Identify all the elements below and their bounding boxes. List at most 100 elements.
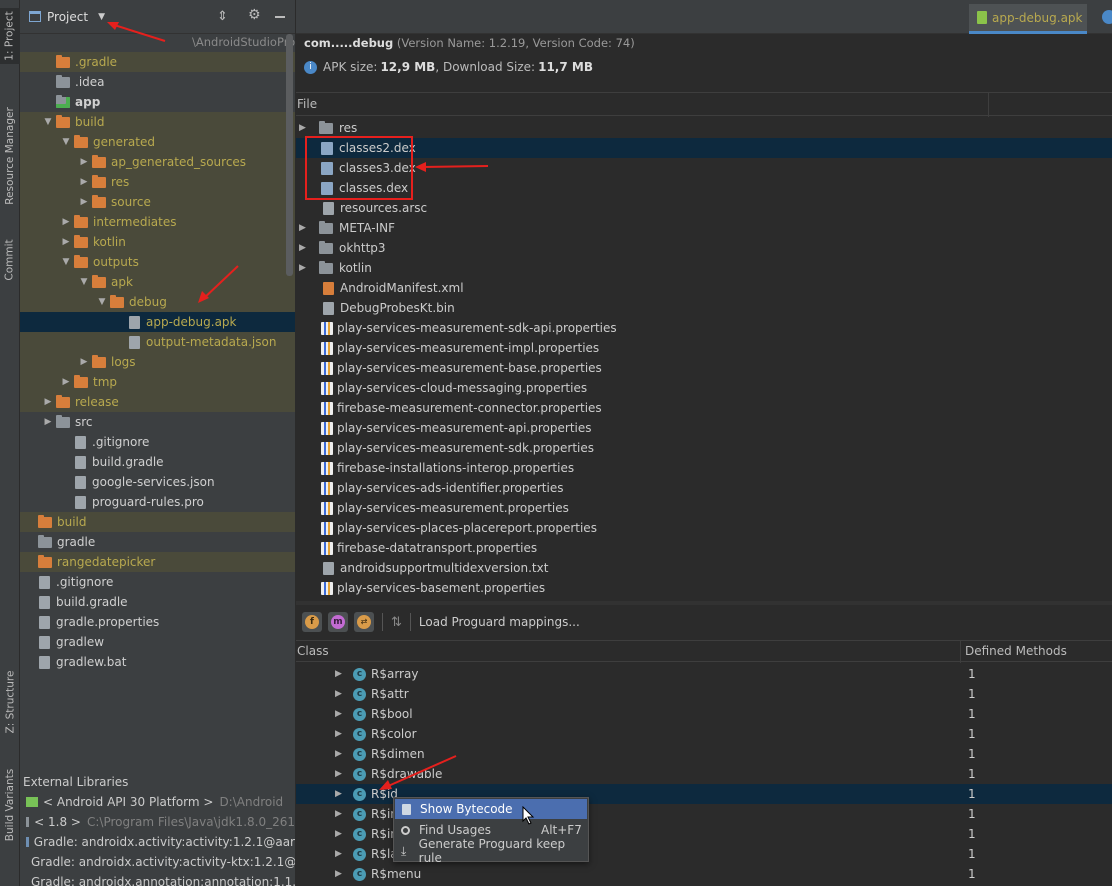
tree-item-source[interactable]: ▶ source — [20, 192, 295, 212]
tree-item-outputs[interactable]: ▼ outputs — [20, 252, 295, 272]
chevron-right-icon[interactable]: ▶ — [299, 263, 311, 273]
chevron-right-icon[interactable]: ▶ — [335, 789, 353, 799]
file-column-header[interactable]: File — [296, 92, 1112, 117]
tree-item-res[interactable]: ▶ res — [20, 172, 295, 192]
chevron-right-icon[interactable]: ▶ — [335, 689, 353, 699]
apk-entry-play-services-places-placereport-properties[interactable]: play-services-places-placereport.propert… — [296, 518, 1112, 538]
apk-entry-classes-dex[interactable]: classes.dex — [296, 178, 1112, 198]
class-row-r-color[interactable]: ▶ c R$color 1 — [296, 724, 1112, 744]
show-methods-icon[interactable]: m — [328, 612, 348, 632]
chevron-right-icon[interactable]: ▶ — [78, 157, 90, 167]
chevron-down-icon[interactable]: ▼ — [98, 12, 105, 22]
apk-entry-resources-arsc[interactable]: resources.arsc — [296, 198, 1112, 218]
tree-item-kotlin[interactable]: ▶ kotlin — [20, 232, 295, 252]
apk-entry-play-services-measurement-properties[interactable]: play-services-measurement.properties — [296, 498, 1112, 518]
tree-item-gradlew-bat[interactable]: gradlew.bat — [20, 652, 295, 672]
chevron-right-icon[interactable]: ▶ — [299, 243, 311, 253]
chevron-down-icon[interactable]: ▼ — [96, 297, 108, 307]
class-row-r-array[interactable]: ▶ c R$array 1 — [296, 664, 1112, 684]
apk-entry-play-services-measurement-sdk-api-properties[interactable]: play-services-measurement-sdk-api.proper… — [296, 318, 1112, 338]
commit-tool-tab[interactable]: Commit — [0, 232, 20, 288]
chevron-right-icon[interactable]: ▶ — [335, 849, 353, 859]
library-item[interactable]: Gradle: androidx.annotation:annotation:1… — [20, 872, 295, 886]
apk-entry-androidmanifest-xml[interactable]: AndroidManifest.xml — [296, 278, 1112, 298]
collapse-all-icon[interactable]: ⇕ — [217, 9, 228, 24]
menu-item-show-bytecode[interactable]: Show Bytecode — [395, 799, 587, 819]
menu-item-generate-proguard-keep-rule[interactable]: ⤓ Generate Proguard keep rule — [395, 837, 587, 865]
section-divider[interactable] — [296, 601, 1112, 605]
apk-entry-androidsupportmultidexversion-txt[interactable]: androidsupportmultidexversion.txt — [296, 558, 1112, 578]
resource-manager-tool-tab[interactable]: Resource Manager — [0, 96, 20, 216]
tree-item-gradle[interactable]: .gradle — [20, 52, 295, 72]
load-proguard-mappings-button[interactable]: Load Proguard mappings... — [419, 615, 580, 629]
structure-tool-tab[interactable]: Z: Structure — [0, 664, 20, 740]
tree-item-gradle-properties[interactable]: gradle.properties — [20, 612, 295, 632]
library-item[interactable]: Gradle: androidx.activity:activity:1.2.1… — [20, 832, 295, 852]
apk-entry-classes2-dex[interactable]: classes2.dex — [296, 138, 1112, 158]
chevron-right-icon[interactable]: ▶ — [335, 809, 353, 819]
library-item[interactable]: < Android API 30 Platform > D:\Android — [20, 792, 295, 812]
library-item[interactable]: < 1.8 > C:\Program Files\Java\jdk1.8.0_26… — [20, 812, 295, 832]
tree-item-app[interactable]: app — [20, 92, 295, 112]
tree-item-debug[interactable]: ▼ debug — [20, 292, 295, 312]
chevron-right-icon[interactable]: ▶ — [335, 769, 353, 779]
show-references-icon[interactable]: ⇄ — [354, 612, 374, 632]
column-divider[interactable] — [960, 641, 961, 663]
tree-item-src[interactable]: ▶ src — [20, 412, 295, 432]
chevron-right-icon[interactable]: ▶ — [60, 217, 72, 227]
apk-entry-play-services-measurement-api-properties[interactable]: play-services-measurement-api.properties — [296, 418, 1112, 438]
tree-item-build-gradle[interactable]: build.gradle — [20, 452, 295, 472]
tree-item-gitignore[interactable]: .gitignore — [20, 572, 295, 592]
chevron-right-icon[interactable]: ▶ — [42, 417, 54, 427]
tree-item-apk[interactable]: ▼ apk — [20, 272, 295, 292]
tree-item-release[interactable]: ▶ release — [20, 392, 295, 412]
chevron-right-icon[interactable]: ▶ — [78, 357, 90, 367]
class-row-r-bool[interactable]: ▶ c R$bool 1 — [296, 704, 1112, 724]
library-item[interactable]: Gradle: androidx.activity:activity-ktx:1… — [20, 852, 295, 872]
chevron-right-icon[interactable]: ▶ — [335, 829, 353, 839]
chevron-right-icon[interactable]: ▶ — [60, 237, 72, 247]
apk-entry-play-services-measurement-impl-properties[interactable]: play-services-measurement-impl.propertie… — [296, 338, 1112, 358]
chevron-right-icon[interactable]: ▶ — [299, 223, 311, 233]
tree-item-build[interactable]: build — [20, 512, 295, 532]
apk-entry-res[interactable]: ▶ res — [296, 118, 1112, 138]
chevron-down-icon[interactable]: ▼ — [78, 277, 90, 287]
tree-item-build-gradle[interactable]: build.gradle — [20, 592, 295, 612]
project-tool-tab[interactable]: 1: Project — [0, 8, 20, 64]
tree-scrollbar-thumb[interactable] — [286, 34, 293, 276]
apk-entry-play-services-cloud-messaging-properties[interactable]: play-services-cloud-messaging.properties — [296, 378, 1112, 398]
chevron-right-icon[interactable]: ▶ — [335, 749, 353, 759]
chevron-down-icon[interactable]: ▼ — [42, 117, 54, 127]
tree-item-idea[interactable]: .idea — [20, 72, 295, 92]
apk-entry-play-services-measurement-sdk-properties[interactable]: play-services-measurement-sdk.properties — [296, 438, 1112, 458]
class-row-r-menu[interactable]: ▶ c R$menu 1 — [296, 864, 1112, 884]
editor-tab-app-debug-apk[interactable]: app-debug.apk — [969, 4, 1087, 34]
tree-item-rangedatepicker[interactable]: rangedatepicker — [20, 552, 295, 572]
apk-entry-meta-inf[interactable]: ▶ META-INF — [296, 218, 1112, 238]
tree-item-google-services-json[interactable]: google-services.json — [20, 472, 295, 492]
class-column-header[interactable]: Class Defined Methods — [296, 640, 1112, 663]
apk-entry-firebase-measurement-connector-properties[interactable]: firebase-measurement-connector.propertie… — [296, 398, 1112, 418]
tree-item-app-debug-apk[interactable]: app-debug.apk — [20, 312, 295, 332]
apk-entry-debugprobeskt-bin[interactable]: DebugProbesKt.bin — [296, 298, 1112, 318]
tab-scroll-indicator[interactable] — [1102, 10, 1112, 24]
chevron-right-icon[interactable]: ▶ — [299, 123, 311, 133]
tree-item-tmp[interactable]: ▶ tmp — [20, 372, 295, 392]
sort-icon[interactable]: ⇅ — [391, 615, 402, 630]
tree-item-gradlew[interactable]: gradlew — [20, 632, 295, 652]
chevron-right-icon[interactable]: ▶ — [335, 869, 353, 879]
tree-item-proguard-rules-pro[interactable]: proguard-rules.pro — [20, 492, 295, 512]
chevron-right-icon[interactable]: ▶ — [42, 397, 54, 407]
chevron-right-icon[interactable]: ▶ — [78, 177, 90, 187]
apk-entry-play-services-measurement-base-properties[interactable]: play-services-measurement-base.propertie… — [296, 358, 1112, 378]
chevron-down-icon[interactable]: ▼ — [60, 137, 72, 147]
chevron-right-icon[interactable]: ▶ — [335, 669, 353, 679]
tree-item-logs[interactable]: ▶ logs — [20, 352, 295, 372]
tree-item-generated[interactable]: ▼ generated — [20, 132, 295, 152]
apk-entry-play-services-ads-identifier-properties[interactable]: play-services-ads-identifier.properties — [296, 478, 1112, 498]
tree-item-intermediates[interactable]: ▶ intermediates — [20, 212, 295, 232]
chevron-right-icon[interactable]: ▶ — [335, 709, 353, 719]
tree-item-gitignore[interactable]: .gitignore — [20, 432, 295, 452]
class-row-r-attr[interactable]: ▶ c R$attr 1 — [296, 684, 1112, 704]
chevron-right-icon[interactable]: ▶ — [335, 729, 353, 739]
